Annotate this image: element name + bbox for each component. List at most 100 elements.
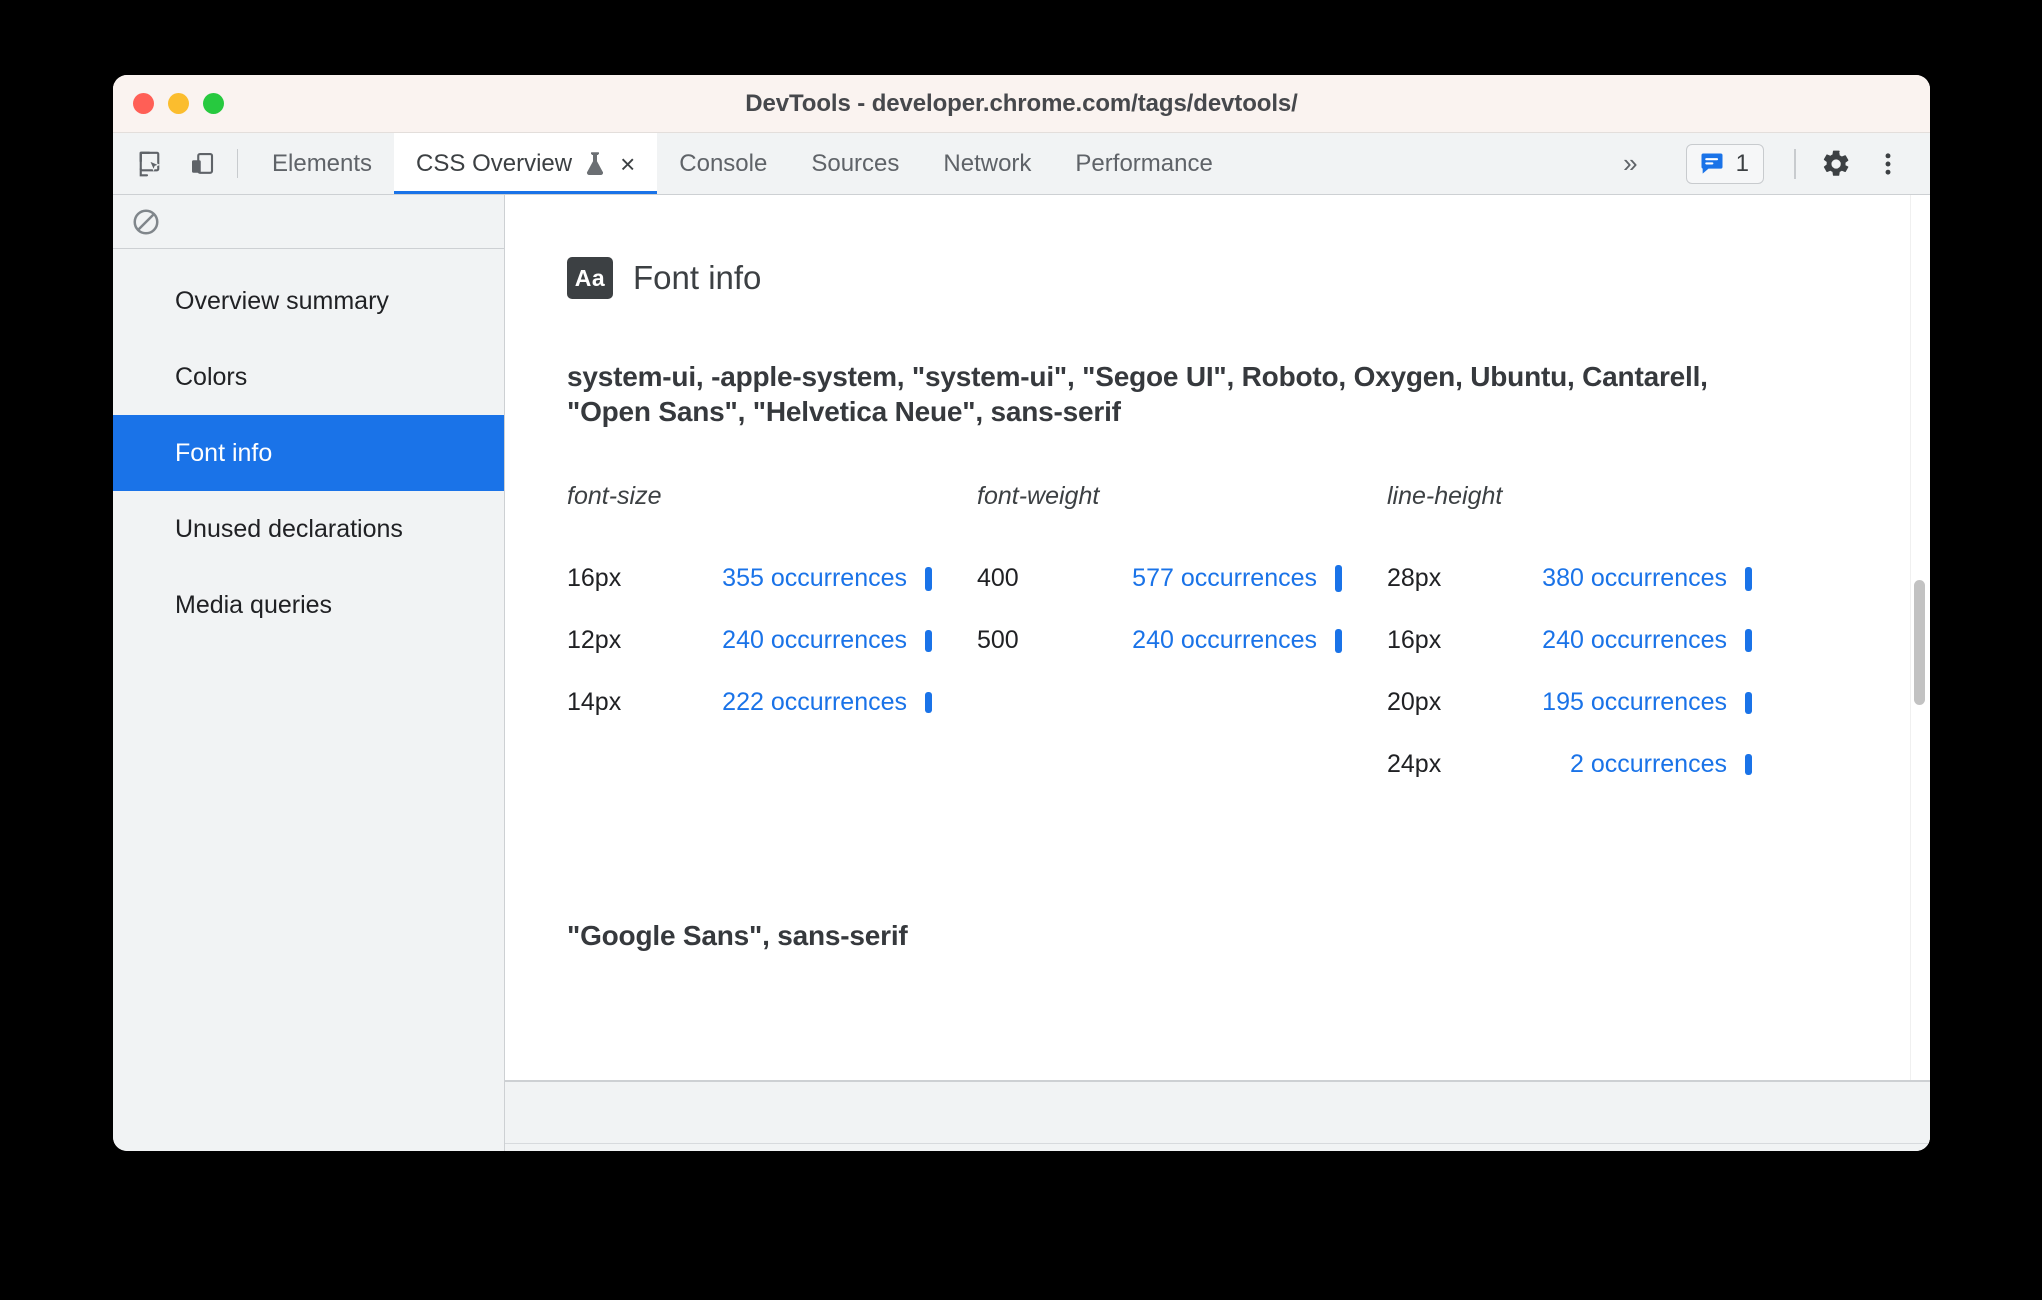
kebab-menu-icon[interactable]	[1864, 140, 1912, 188]
metric-row: 16px 355 occurrences	[567, 548, 977, 610]
sidebar-item-media-queries[interactable]: Media queries	[113, 567, 504, 643]
toolbar-divider	[1794, 148, 1796, 179]
font-badge-icon: Aa	[567, 257, 613, 299]
tab-performance[interactable]: Performance	[1053, 133, 1234, 194]
css-overview-main: Aa Font info system-ui, -apple-system, "…	[505, 195, 1930, 1151]
metric-value: 24px	[1387, 750, 1442, 779]
occurrence-bar	[1335, 565, 1342, 593]
css-overview-sidebar: Overview summary Colors Font info Unused…	[113, 195, 505, 1151]
scrollbar-thumb[interactable]	[1914, 580, 1925, 705]
devtools-drawer	[505, 1081, 1930, 1143]
tab-css-overview[interactable]: CSS Overview ×	[394, 133, 658, 194]
issues-count: 1	[1735, 149, 1749, 177]
tab-label: CSS Overview	[416, 149, 573, 177]
occurrences-link[interactable]: 195 occurrences	[1487, 688, 1727, 717]
column-header: font-size	[567, 481, 662, 510]
occurrence-bar	[925, 566, 932, 591]
metric-row: 12px 240 occurrences	[567, 610, 977, 672]
panel-tabs: Elements CSS Overview × Console Sources	[250, 133, 1235, 194]
metric-row: 28px 380 occurrences	[1387, 548, 1807, 610]
metric-value: 28px	[1387, 564, 1442, 593]
column-header: font-weight	[977, 481, 1100, 510]
metric-row: 24px 2 occurrences	[1387, 734, 1807, 796]
sidebar-item-label: Font info	[175, 438, 273, 467]
tab-label: Elements	[272, 149, 373, 177]
experiment-flask-icon	[584, 151, 606, 177]
window-title: DevTools - developer.chrome.com/tags/dev…	[745, 89, 1298, 117]
occurrence-bar	[925, 692, 932, 714]
metric-value: 16px	[567, 564, 622, 593]
tab-label: Performance	[1075, 149, 1213, 177]
more-tabs-chevron-icon[interactable]: »	[1601, 148, 1659, 179]
toolbar-divider	[237, 149, 238, 178]
font-metrics-table: font-size 16px 355 occurrences 12px 240 …	[567, 482, 1890, 796]
content-scrollbar[interactable]	[1910, 195, 1926, 1080]
occurrence-bar	[925, 629, 932, 652]
minimize-window-button[interactable]	[168, 93, 189, 114]
status-line	[505, 1143, 1930, 1151]
metric-row: 400 577 occurrences	[977, 548, 1387, 610]
tab-sources[interactable]: Sources	[789, 133, 921, 194]
tab-close-icon[interactable]: ×	[620, 151, 635, 177]
occurrence-bar	[1745, 629, 1752, 653]
metric-row: 20px 195 occurrences	[1387, 672, 1807, 734]
message-bubble-icon	[1698, 150, 1726, 178]
font-size-column: font-size 16px 355 occurrences 12px 240 …	[567, 482, 977, 796]
metric-row: 500 240 occurrences	[977, 610, 1387, 672]
sidebar-item-label: Overview summary	[175, 286, 389, 315]
devtools-toolbar: Elements CSS Overview × Console Sources	[113, 133, 1930, 195]
no-entry-icon[interactable]	[131, 207, 161, 237]
traffic-lights	[133, 93, 224, 114]
metric-value: 16px	[1387, 626, 1442, 655]
sidebar-item-label: Media queries	[175, 590, 333, 619]
occurrences-link[interactable]: 355 occurrences	[667, 564, 907, 593]
metric-row: 14px 222 occurrences	[567, 672, 977, 734]
sidebar-item-label: Colors	[175, 362, 248, 391]
occurrences-link[interactable]: 240 occurrences	[667, 626, 907, 655]
line-height-column: line-height 28px 380 occurrences 16px 24…	[1387, 482, 1807, 796]
inspect-cursor-icon[interactable]	[127, 133, 177, 194]
font-family-name: "Google Sans", sans-serif	[567, 919, 908, 951]
tab-elements[interactable]: Elements	[250, 133, 394, 194]
sidebar-item-overview-summary[interactable]: Overview summary	[113, 263, 504, 339]
close-window-button[interactable]	[133, 93, 154, 114]
tab-label: Network	[943, 149, 1032, 177]
sidebar-toolbar	[113, 195, 504, 249]
sidebar-item-unused-declarations[interactable]: Unused declarations	[113, 491, 504, 567]
window-titlebar: DevTools - developer.chrome.com/tags/dev…	[113, 75, 1930, 133]
font-family-name: system-ui, -apple-system, "system-ui", "…	[567, 361, 1708, 428]
tab-label: Console	[679, 149, 768, 177]
occurrences-link[interactable]: 240 occurrences	[1487, 626, 1727, 655]
issues-counter-button[interactable]: 1	[1685, 143, 1764, 184]
metric-value: 14px	[567, 688, 622, 717]
toolbar-right-controls: » 1	[1601, 133, 1930, 194]
tab-network[interactable]: Network	[921, 133, 1053, 194]
font-weight-column: font-weight 400 577 occurrences 500 240 …	[977, 482, 1387, 796]
device-toolbar-icon[interactable]	[177, 133, 227, 194]
font-info-content: Aa Font info system-ui, -apple-system, "…	[505, 195, 1930, 1081]
occurrence-bar	[1745, 566, 1752, 591]
sidebar-item-label: Unused declarations	[175, 514, 403, 543]
occurrences-link[interactable]: 240 occurrences	[1077, 626, 1317, 655]
occurrence-bar	[1745, 691, 1752, 714]
devtools-window: DevTools - developer.chrome.com/tags/dev…	[113, 75, 1930, 1151]
gear-icon[interactable]	[1812, 140, 1860, 188]
sidebar-item-colors[interactable]: Colors	[113, 339, 504, 415]
metric-value: 12px	[567, 626, 622, 655]
sidebar-items: Overview summary Colors Font info Unused…	[113, 249, 504, 643]
occurrence-bar	[1335, 628, 1342, 653]
panel-header: Aa Font info	[567, 257, 1890, 299]
metric-value: 20px	[1387, 688, 1442, 717]
occurrences-link[interactable]: 2 occurrences	[1487, 750, 1727, 779]
tab-console[interactable]: Console	[657, 133, 789, 194]
occurrences-link[interactable]: 577 occurrences	[1077, 564, 1317, 593]
column-header: line-height	[1387, 481, 1503, 510]
maximize-window-button[interactable]	[203, 93, 224, 114]
devtools-body: Overview summary Colors Font info Unused…	[113, 195, 1930, 1151]
metric-value: 400	[977, 564, 1019, 593]
metric-row: 16px 240 occurrences	[1387, 610, 1807, 672]
metric-value: 500	[977, 626, 1019, 655]
occurrences-link[interactable]: 222 occurrences	[667, 688, 907, 717]
sidebar-item-font-info[interactable]: Font info	[113, 415, 504, 491]
occurrences-link[interactable]: 380 occurrences	[1487, 564, 1727, 593]
